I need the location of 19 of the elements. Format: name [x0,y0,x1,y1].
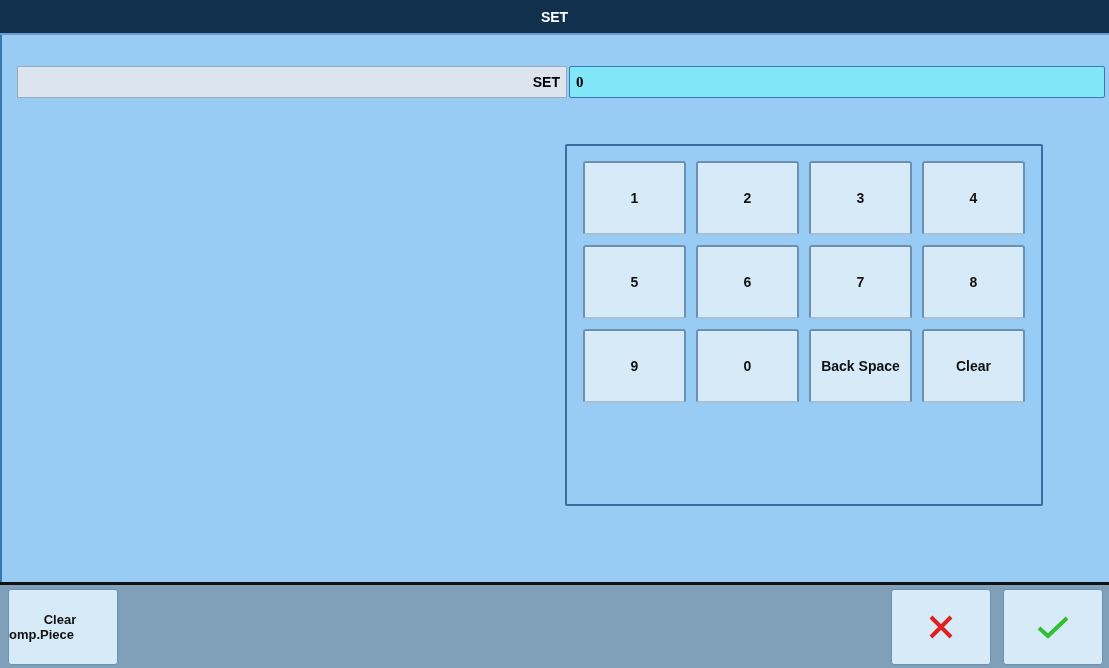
field-label: SET [17,66,567,98]
keypad-key[interactable]: 4 [922,161,1025,235]
keypad-key[interactable]: 3 [809,161,912,235]
clear-button[interactable]: Clear omp.Piece [8,588,118,665]
keypad-key[interactable]: Clear [922,329,1025,403]
keypad-key[interactable]: 7 [809,245,912,319]
cancel-button[interactable] [891,588,991,665]
keypad-key[interactable]: 0 [696,329,799,403]
close-icon [928,613,954,640]
keypad-key[interactable]: 1 [583,161,686,235]
ok-button[interactable] [1003,588,1103,665]
keypad-key[interactable]: 2 [696,161,799,235]
keypad-key[interactable]: 8 [922,245,1025,319]
window-title: SET [0,0,1109,35]
input-field[interactable]: 0 [569,66,1105,98]
keypad-key[interactable]: 6 [696,245,799,319]
keypad-key[interactable]: Back Space [809,329,912,403]
keypad-key[interactable]: 9 [583,329,686,403]
keypad-key[interactable]: 5 [583,245,686,319]
